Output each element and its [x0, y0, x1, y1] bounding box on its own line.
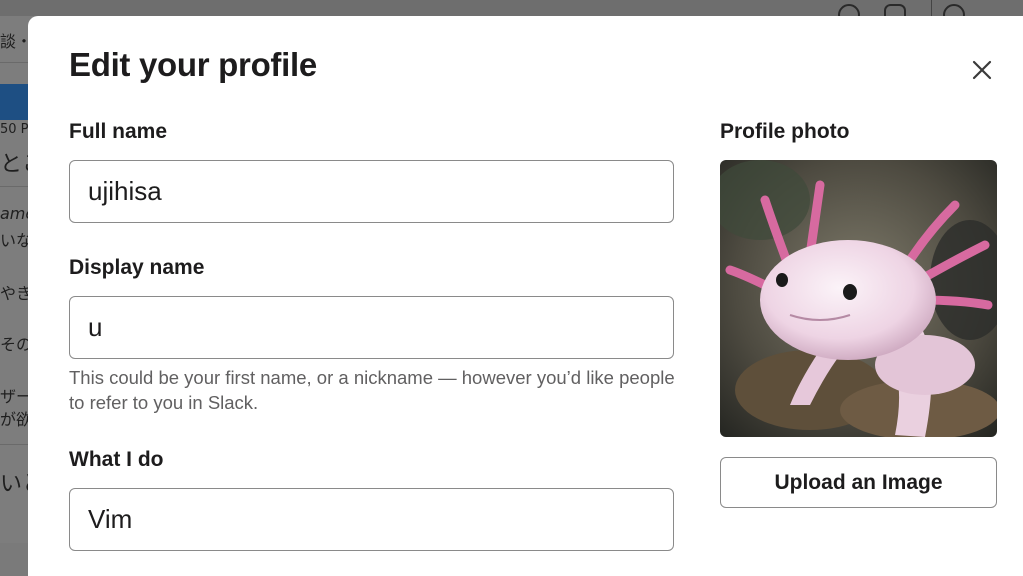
upload-image-button[interactable]: Upload an Image [720, 457, 997, 508]
background-text: ame [0, 204, 28, 223]
display-name-input[interactable] [69, 296, 674, 359]
profile-photo [720, 160, 997, 437]
background-text: 50 P [0, 122, 28, 137]
background-selected-item [0, 84, 28, 120]
background-divider [0, 186, 28, 187]
edit-profile-modal: Edit your profile Full name Display name… [28, 16, 1023, 576]
background-text: やきす [0, 284, 28, 303]
full-name-input[interactable] [69, 160, 674, 223]
background-text: いと [0, 472, 28, 497]
background-divider [931, 0, 932, 16]
background-divider [0, 444, 28, 445]
background-text: いな [0, 231, 28, 250]
what-i-do-input[interactable] [69, 488, 674, 551]
background-topbar [0, 0, 1023, 16]
display-name-hint: This could be your first name, or a nick… [69, 367, 675, 413]
background-text: そのみ [0, 335, 28, 354]
background-divider [0, 62, 28, 63]
background-text: 談・ [0, 32, 28, 51]
background-text: とこ [0, 152, 28, 177]
profile-photo-label: Profile photo [720, 120, 850, 143]
modal-title: Edit your profile [69, 46, 317, 83]
display-name-label: Display name [69, 256, 205, 279]
full-name-label: Full name [69, 120, 168, 143]
axolotl-image [720, 160, 997, 437]
background-text: ザー覧 [0, 387, 28, 406]
what-i-do-label: What I do [69, 448, 164, 471]
close-icon[interactable] [968, 56, 996, 84]
background-text: が欲し [0, 410, 28, 429]
